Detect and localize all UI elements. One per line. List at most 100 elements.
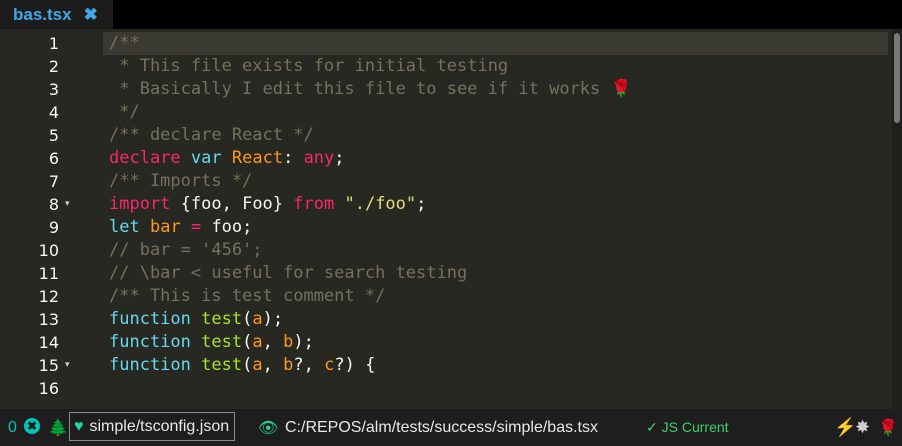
type-token: any <box>303 148 335 168</box>
punctuation-token: { <box>365 355 376 375</box>
punctuation-token <box>273 355 283 375</box>
tab-bar: bas.tsx ✖ <box>0 0 902 29</box>
parameter-token: a <box>252 355 263 375</box>
punctuation-token: ) <box>344 355 355 375</box>
line-number: 4 <box>48 103 59 122</box>
code-line-14[interactable]: function test(a, b); <box>109 331 888 354</box>
tree-icon[interactable]: 🌲 <box>48 409 68 446</box>
punctuation-token: ( <box>242 355 253 375</box>
line-number: 7 <box>48 172 59 191</box>
code-line-1[interactable]: /** <box>103 32 888 55</box>
keyword-token: import <box>109 194 171 214</box>
active-project-button[interactable]: ♥ simple/tsconfig.json <box>69 412 236 441</box>
scrollbar-thumb[interactable] <box>894 33 900 123</box>
line-number-text: 15 <box>38 356 59 375</box>
line-number: 11 <box>38 264 59 283</box>
code-editor[interactable]: 1 2 3 4 5 6 7 8 ▾ 9 10 11 12 13 14 15 ▾ 16… <box>0 29 902 409</box>
heart-icon: ♥ <box>74 417 84 435</box>
close-icon[interactable]: ✖ <box>84 5 98 25</box>
js-status[interactable]: ✓ JS Current <box>646 409 729 446</box>
storage-token: function <box>109 355 191 375</box>
code-line-8[interactable]: import {foo, Foo} from "./foo"; <box>109 193 888 216</box>
code-line-9[interactable]: let bar = foo; <box>109 216 888 239</box>
line-number: 6 <box>48 149 59 168</box>
status-bar: 0 ✖ 🌲 ♥ simple/tsconfig.json 👁 C:/REPOS/… <box>0 409 902 446</box>
identifier-token: React <box>231 148 284 168</box>
identifier-token: bar <box>149 217 181 237</box>
project-config-label: simple/tsconfig.json <box>89 417 230 435</box>
line-number: 13 <box>38 310 59 329</box>
line-number-15: 15 ▾ <box>0 354 70 377</box>
tab-bas-tsx[interactable]: bas.tsx ✖ <box>0 0 113 29</box>
code-line-6[interactable]: declare var React: any; <box>109 147 888 170</box>
file-path[interactable]: C:/REPOS/alm/tests/success/simple/bas.ts… <box>285 409 598 446</box>
error-icon[interactable]: ✖ <box>24 418 40 434</box>
punctuation-token: ) <box>293 332 304 352</box>
code-line-13[interactable]: function test(a); <box>109 308 888 331</box>
punctuation-token <box>314 355 324 375</box>
punctuation-token: ; <box>272 309 284 329</box>
punctuation-token: ; <box>303 332 314 352</box>
semicolon-token: ; <box>334 148 345 168</box>
parameter-token: c <box>324 355 335 375</box>
line-number-gutter: 1 2 3 4 5 6 7 8 ▾ 9 10 11 12 13 14 15 ▾ 16 <box>0 32 100 400</box>
storage-token: var <box>190 148 222 168</box>
line-number: 14 <box>38 333 59 352</box>
arguments-token: (a, b); <box>242 332 314 352</box>
storage-token: function <box>109 309 191 329</box>
storage-token: function <box>109 332 191 352</box>
fold-arrow-icon[interactable]: ▾ <box>65 193 70 216</box>
code-line-5[interactable]: /** declare React */ <box>109 124 888 147</box>
bolt-icon[interactable]: ⚡ <box>834 409 856 446</box>
arguments-token: (a); <box>242 309 283 329</box>
parameter-token: b <box>283 355 294 375</box>
colon-token: : <box>283 148 294 168</box>
line-number: 2 <box>48 57 59 76</box>
line-number: 12 <box>38 287 59 306</box>
punctuation-token: ? <box>293 355 304 375</box>
code-line-3[interactable]: * Basically I edit this file to see if i… <box>109 78 888 101</box>
punctuation-token: ? <box>334 355 345 375</box>
punctuation-token <box>355 355 365 375</box>
code-line-15[interactable]: function test(a, b?, c?) { <box>109 354 888 377</box>
punctuation-token: ( <box>242 332 253 352</box>
punctuation-token: , <box>262 332 273 352</box>
line-number: 5 <box>48 126 59 145</box>
punctuation-token <box>273 332 283 352</box>
code-line-16[interactable] <box>109 377 888 400</box>
code-line-10[interactable]: // bar = '456'; <box>109 239 888 262</box>
rose-icon[interactable]: 🌹 <box>878 409 898 446</box>
punctuation-token: ( <box>242 309 253 329</box>
vertical-scrollbar[interactable] <box>892 29 902 409</box>
code-area[interactable]: /** * This file exists for initial testi… <box>103 32 888 400</box>
eye-icon[interactable]: 👁 <box>258 409 278 446</box>
operator-token: = <box>190 217 202 237</box>
line-number: 1 <box>48 34 59 53</box>
import-specifiers: {foo, Foo} <box>180 194 284 214</box>
value-token: foo; <box>211 217 253 237</box>
punctuation-token: , <box>303 355 314 375</box>
gear-icon[interactable]: ✸ <box>855 409 870 446</box>
line-number-text: 8 <box>48 195 59 214</box>
line-number: 9 <box>48 218 59 237</box>
line-number: 16 <box>38 379 59 398</box>
line-number-8: 8 ▾ <box>0 193 70 216</box>
function-name-token: test <box>201 332 243 352</box>
line-number: 3 <box>48 80 59 99</box>
punctuation-token: , <box>262 355 273 375</box>
string-token: "./foo" <box>344 194 417 214</box>
semicolon-token: ; <box>416 194 427 214</box>
fold-arrow-icon[interactable]: ▾ <box>65 354 70 377</box>
keyword-token: declare <box>109 148 181 168</box>
parameter-token: a <box>252 309 263 329</box>
error-count[interactable]: 0 <box>8 409 17 446</box>
code-line-12[interactable]: /** This is test comment */ <box>109 285 888 308</box>
code-line-7[interactable]: /** Imports */ <box>109 170 888 193</box>
function-name-token: test <box>201 355 243 375</box>
code-line-4[interactable]: */ <box>109 101 888 124</box>
keyword-token: from <box>293 194 335 214</box>
code-line-11[interactable]: // \bar < useful for search testing <box>109 262 888 285</box>
arguments-token: (a, b?, c?) { <box>242 355 375 375</box>
code-line-2[interactable]: * This file exists for initial testing <box>109 55 888 78</box>
parameter-token: a <box>252 332 263 352</box>
